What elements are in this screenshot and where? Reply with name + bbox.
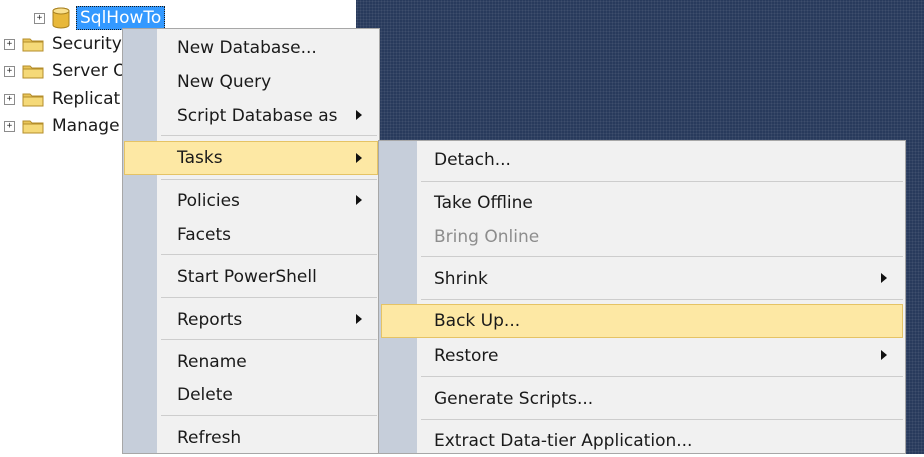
- tree-node-label[interactable]: Security: [52, 34, 122, 54]
- menu-item-shrink[interactable]: Shrink: [381, 262, 903, 295]
- folder-icon: [22, 65, 44, 79]
- folder-icon: [22, 120, 44, 134]
- menu-item-generate-scripts[interactable]: Generate Scripts...: [381, 382, 903, 415]
- menu-item-detach[interactable]: Detach...: [381, 143, 903, 176]
- menu-item-new-database[interactable]: New Database...: [125, 31, 377, 64]
- menu-item-facets[interactable]: Facets: [125, 218, 377, 251]
- tree-node-label[interactable]: Server O: [52, 61, 127, 81]
- tree-node-label[interactable]: Replicat: [52, 89, 120, 109]
- menu-item-restore[interactable]: Restore: [381, 339, 903, 372]
- menu-separator: [161, 339, 377, 340]
- menu-separator: [161, 254, 377, 255]
- expand-icon[interactable]: +: [4, 65, 15, 77]
- menu-separator: [421, 181, 903, 182]
- menu-item-new-query[interactable]: New Query: [125, 65, 377, 98]
- menu-item-take-offline[interactable]: Take Offline: [381, 186, 903, 219]
- menu-item-rename[interactable]: Rename: [125, 345, 377, 378]
- tasks-submenu: Detach... Take Offline Bring Online Shri…: [378, 140, 906, 454]
- submenu-arrow-icon: [881, 350, 887, 360]
- menu-item-reports[interactable]: Reports: [125, 303, 377, 336]
- menu-separator: [421, 256, 903, 257]
- tree-node-management[interactable]: + Manage: [4, 113, 120, 139]
- menu-separator: [161, 297, 377, 298]
- expand-icon[interactable]: +: [4, 38, 15, 50]
- tree-node-server-objects[interactable]: + Server O: [4, 58, 127, 84]
- menu-separator: [421, 376, 903, 377]
- tree-node-replication[interactable]: + Replicat: [4, 86, 120, 112]
- submenu-arrow-icon: [356, 195, 362, 205]
- menu-separator: [421, 299, 903, 300]
- menu-separator: [161, 415, 377, 416]
- menu-item-tasks[interactable]: Tasks: [124, 141, 378, 175]
- tree-node-label[interactable]: Manage: [52, 116, 120, 136]
- folder-icon: [22, 93, 44, 107]
- submenu-arrow-icon: [356, 110, 362, 120]
- tree-node-security[interactable]: + Security: [4, 31, 122, 57]
- submenu-arrow-icon: [356, 314, 362, 324]
- menu-separator: [161, 135, 377, 136]
- folder-icon: [22, 38, 44, 52]
- menu-item-delete[interactable]: Delete: [125, 378, 377, 411]
- menu-item-start-powershell[interactable]: Start PowerShell: [125, 260, 377, 293]
- submenu-arrow-icon: [356, 153, 362, 163]
- menu-item-bring-online: Bring Online: [434, 226, 540, 247]
- tree-node-label-selected[interactable]: SqlHowTo: [76, 6, 166, 30]
- menu-item-script-database-as[interactable]: Script Database as: [125, 99, 377, 132]
- submenu-arrow-icon: [881, 273, 887, 283]
- database-context-menu: New Database... New Query Script Databas…: [122, 28, 380, 454]
- menu-separator: [161, 179, 377, 180]
- expand-icon[interactable]: +: [4, 93, 15, 105]
- expand-icon[interactable]: +: [34, 12, 45, 24]
- menu-item-refresh[interactable]: Refresh: [125, 421, 377, 454]
- menu-item-policies[interactable]: Policies: [125, 184, 377, 217]
- database-icon: [52, 7, 70, 29]
- menu-item-back-up[interactable]: Back Up...: [381, 304, 903, 338]
- menu-separator: [421, 419, 903, 420]
- expand-icon[interactable]: +: [4, 120, 15, 132]
- menu-item-extract-data-tier-application[interactable]: Extract Data-tier Application...: [381, 424, 903, 457]
